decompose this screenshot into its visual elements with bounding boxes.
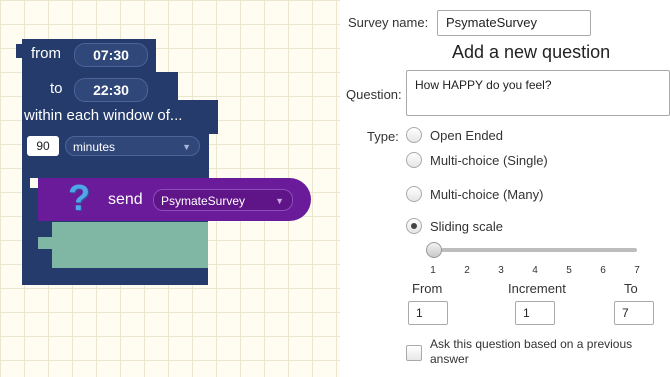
slider-tick-label: 4 — [532, 265, 538, 276]
ask-conditional-checkbox[interactable] — [406, 345, 422, 361]
radio-label-sliding-scale: Sliding scale — [430, 219, 503, 234]
to-value-input[interactable]: 7 — [614, 301, 654, 325]
empty-statement-slot[interactable] — [52, 222, 208, 268]
within-window-label: within each window of... — [24, 107, 183, 124]
slider-tick-label: 3 — [498, 265, 504, 276]
increment-label: Increment — [508, 281, 566, 296]
survey-name-input[interactable]: PsymateSurvey — [437, 10, 591, 36]
window-unit-dropdown[interactable]: minutes ▼ — [65, 136, 200, 156]
slider-tick-label: 5 — [566, 265, 572, 276]
type-label: Type: — [367, 129, 399, 144]
radio-open-ended[interactable] — [406, 127, 422, 143]
from-label: from — [31, 45, 61, 62]
from-value-label: From — [412, 281, 443, 296]
window-unit-value: minutes — [73, 140, 116, 154]
to-time-field[interactable]: 22:30 — [74, 78, 148, 102]
radio-multi-choice-many[interactable] — [406, 186, 422, 202]
slider-tick-label: 7 — [634, 265, 640, 276]
window-length-input[interactable]: 90 — [27, 136, 59, 156]
to-label: to — [50, 80, 63, 97]
radio-label-multi-choice-single: Multi-choice (Single) — [430, 153, 548, 168]
scale-slider-track[interactable] — [432, 248, 637, 252]
to-value-label: To — [624, 281, 638, 296]
survey-dropdown-value: PsymateSurvey — [161, 194, 246, 208]
question-textarea[interactable]: How HAPPY do you feel? — [406, 70, 670, 116]
radio-sliding-scale[interactable] — [406, 218, 422, 234]
block-workspace[interactable]: from 07:30 to 22:30 within each window o… — [0, 0, 340, 377]
question-label: Question: — [346, 87, 402, 102]
chevron-down-icon: ▼ — [275, 196, 284, 206]
from-time-field[interactable]: 07:30 — [74, 43, 148, 67]
slider-tick-label: 2 — [464, 265, 470, 276]
radio-multi-choice-single[interactable] — [406, 152, 422, 168]
survey-name-label: Survey name: — [348, 15, 429, 30]
survey-dropdown[interactable]: PsymateSurvey ▼ — [153, 189, 293, 211]
slider-tick-label: 1 — [430, 265, 436, 276]
send-label: send — [108, 191, 143, 208]
ask-conditional-label: Ask this question based on a previous an… — [430, 337, 633, 366]
from-value-input[interactable]: 1 — [408, 301, 448, 325]
form-heading: Add a new question — [452, 42, 611, 62]
question-mark-icon: ? — [68, 177, 90, 218]
chevron-down-icon: ▼ — [182, 142, 191, 152]
radio-label-multi-choice-many: Multi-choice (Many) — [430, 187, 544, 202]
radio-label-open-ended: Open Ended — [430, 128, 504, 143]
slider-tick-label: 6 — [600, 265, 606, 276]
scale-slider-thumb[interactable] — [426, 242, 442, 258]
increment-input[interactable]: 1 — [515, 301, 555, 325]
